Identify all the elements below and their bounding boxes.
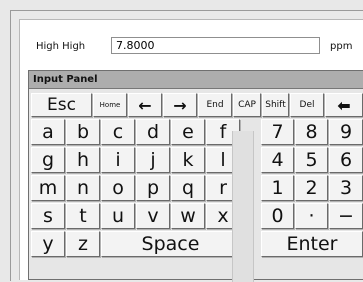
- minus-key[interactable]: −: [329, 203, 363, 229]
- key-2[interactable]: 2: [295, 175, 328, 201]
- key-m[interactable]: m: [31, 175, 65, 201]
- key-e[interactable]: e: [171, 119, 205, 145]
- input-panel-title: Input Panel: [29, 71, 363, 89]
- key-o[interactable]: o: [101, 175, 135, 201]
- shift-key[interactable]: Shift: [262, 93, 289, 117]
- key-b[interactable]: b: [66, 119, 100, 145]
- space-key[interactable]: Space: [101, 231, 240, 257]
- esc-key[interactable]: Esc: [31, 93, 92, 117]
- key-y[interactable]: y: [31, 231, 65, 257]
- right-arrow-icon: →: [173, 95, 187, 115]
- key-4[interactable]: 4: [261, 147, 294, 173]
- left-arrow-key[interactable]: ←: [128, 93, 162, 117]
- key-s[interactable]: s: [31, 203, 65, 229]
- enter-key[interactable]: Enter: [261, 231, 363, 257]
- dialog-canvas: High High 7.8000 ppm Input Panel Esc Hom…: [19, 19, 363, 282]
- key-9[interactable]: 9: [329, 119, 363, 145]
- key-w[interactable]: w: [171, 203, 205, 229]
- key-p[interactable]: p: [136, 175, 170, 201]
- left-arrow-icon: ←: [138, 95, 152, 115]
- key-8[interactable]: 8: [295, 119, 328, 145]
- key-g[interactable]: g: [31, 147, 65, 173]
- key-a[interactable]: a: [31, 119, 65, 145]
- backspace-arrow-icon: ⬅: [337, 95, 351, 115]
- key-3[interactable]: 3: [329, 175, 363, 201]
- home-key[interactable]: Home: [93, 93, 127, 117]
- key-j[interactable]: j: [136, 147, 170, 173]
- right-arrow-key[interactable]: →: [163, 93, 197, 117]
- key-v[interactable]: v: [136, 203, 170, 229]
- key-t[interactable]: t: [66, 203, 100, 229]
- key-5[interactable]: 5: [295, 147, 328, 173]
- key-d[interactable]: d: [136, 119, 170, 145]
- key-u[interactable]: u: [101, 203, 135, 229]
- key-h[interactable]: h: [66, 147, 100, 173]
- key-z[interactable]: z: [66, 231, 100, 257]
- key-c[interactable]: c: [101, 119, 135, 145]
- key-q[interactable]: q: [171, 175, 205, 201]
- key-1[interactable]: 1: [261, 175, 294, 201]
- key-i[interactable]: i: [101, 147, 135, 173]
- key-k[interactable]: k: [171, 147, 205, 173]
- high-high-input[interactable]: 7.8000: [111, 37, 320, 54]
- high-high-label: High High: [36, 41, 86, 52]
- backspace-key[interactable]: ⬅: [325, 93, 363, 117]
- input-panel: Input Panel Esc Home ← → End CAP Shift D…: [28, 70, 363, 282]
- unit-label: ppm: [330, 41, 353, 52]
- key-n[interactable]: n: [66, 175, 100, 201]
- cap-key[interactable]: CAP: [233, 93, 261, 117]
- decimal-point-key[interactable]: ·: [295, 203, 328, 229]
- end-key[interactable]: End: [198, 93, 232, 117]
- high-high-field-row: High High 7.8000 ppm: [20, 36, 363, 58]
- key-7[interactable]: 7: [261, 119, 294, 145]
- del-key[interactable]: Del: [290, 93, 324, 117]
- key-0[interactable]: 0: [261, 203, 294, 229]
- key-6[interactable]: 6: [329, 147, 363, 173]
- keypad-gap: [232, 131, 254, 282]
